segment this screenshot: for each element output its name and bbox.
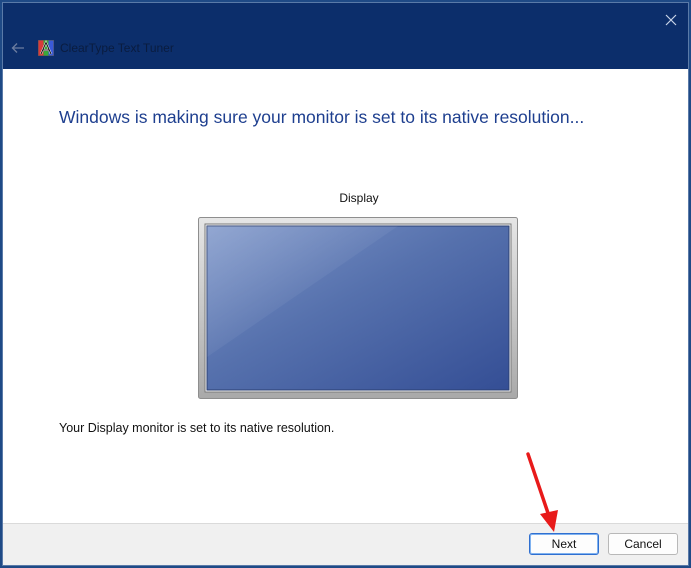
display-label: Display — [339, 191, 379, 205]
monitor-illustration — [198, 217, 518, 399]
window-title: ClearType Text Tuner — [60, 41, 174, 55]
page-heading: Windows is making sure your monitor is s… — [59, 107, 585, 127]
cleartype-window: ClearType Text Tuner Windows is making s… — [2, 2, 689, 566]
arrow-left-icon — [11, 43, 24, 53]
cancel-button[interactable]: Cancel — [608, 533, 678, 555]
close-button[interactable] — [658, 7, 684, 33]
back-button[interactable] — [9, 39, 27, 57]
close-icon — [665, 14, 677, 26]
cleartype-icon — [38, 40, 54, 56]
status-message: Your Display monitor is set to its nativ… — [59, 421, 335, 435]
next-button[interactable]: Next — [529, 533, 599, 555]
title-bar — [3, 3, 688, 69]
footer-bar: Next Cancel — [3, 523, 688, 565]
